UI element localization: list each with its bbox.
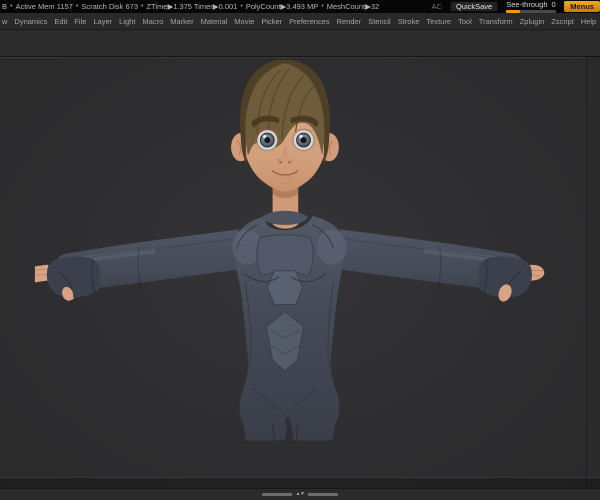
menu-item-light[interactable]: Light <box>119 17 135 26</box>
bottom-bar: ▲ ▼ <box>0 488 600 500</box>
tray-divider-bar-left <box>261 493 292 496</box>
character-torso <box>231 210 347 441</box>
menu-item-stencil[interactable]: Stencil <box>368 17 391 26</box>
stat-partial: B <box>2 2 8 11</box>
menu-item-file[interactable]: File <box>74 17 86 26</box>
menu-item-edit[interactable]: Edit <box>54 17 67 26</box>
see-through-label: See-through <box>506 0 548 9</box>
menu-item-texture[interactable]: Texture <box>426 17 451 26</box>
bullet-separator: • <box>10 3 13 10</box>
stat-polycount: PolyCount▶3.493 MP <box>245 2 319 11</box>
ac-label: AC <box>431 2 442 11</box>
character-head <box>231 59 339 192</box>
menu-item-material[interactable]: Material <box>201 17 228 26</box>
see-through-slider[interactable]: See-through 0 <box>506 0 557 13</box>
menu-bar: w Dynamics Edit File Layer Light Macro M… <box>0 13 600 30</box>
status-stats: B • Active Mem 1157 • Scratch Disk 673 •… <box>2 2 379 11</box>
bullet-separator: • <box>240 3 243 10</box>
menu-item-movie[interactable]: Movie <box>234 17 254 26</box>
see-through-row: See-through 0 <box>506 0 555 9</box>
status-right-group: AC QuickSave See-through 0 Menus <box>432 0 600 13</box>
menu-item-marker[interactable]: Marker <box>170 17 193 26</box>
stat-active-mem: Active Mem 1157 <box>15 2 73 11</box>
bullet-separator: • <box>141 3 144 10</box>
see-through-value: 0 <box>551 0 556 9</box>
menu-item-dynamics[interactable]: Dynamics <box>14 17 47 26</box>
status-bar: B • Active Mem 1157 • Scratch Disk 673 •… <box>0 0 600 13</box>
tray-divider-handle[interactable]: ▲ ▼ <box>261 492 339 497</box>
menu-item-render[interactable]: Render <box>337 17 362 26</box>
menu-item-preferences[interactable]: Preferences <box>289 17 329 26</box>
right-eye <box>291 128 316 152</box>
menu-item-layer[interactable]: Layer <box>93 17 112 26</box>
left-eye <box>254 128 280 152</box>
quicksave-button[interactable]: QuickSave <box>449 1 499 12</box>
menu-item-zscript[interactable]: Zscript <box>551 17 574 26</box>
tray-divider-bar-right <box>308 493 339 496</box>
document-canvas[interactable] <box>0 57 600 488</box>
bullet-separator: • <box>75 3 79 10</box>
tray-arrows: ▲ ▼ <box>296 492 305 497</box>
menu-item-picker[interactable]: Picker <box>261 17 282 26</box>
menu-item-help[interactable]: Help <box>581 17 596 26</box>
stat-ztime-timer: ZTime▶1.375 Timer▶0.001 <box>146 2 238 11</box>
menu-item-tool[interactable]: Tool <box>458 17 472 26</box>
character-left-hand <box>34 256 101 301</box>
menus-button[interactable]: Menus <box>564 1 600 12</box>
stat-meshcount: MeshCount▶32 <box>326 2 380 11</box>
tray-down-icon: ▼ <box>300 491 305 497</box>
stat-scratch-disk: Scratch Disk 673 <box>81 2 139 11</box>
menu-item-macro[interactable]: Macro <box>142 17 163 26</box>
document-bottom-shade <box>0 478 600 488</box>
character-right-hand <box>478 256 545 302</box>
bullet-separator: • <box>321 3 324 10</box>
character-model <box>34 59 545 441</box>
menu-item-transform[interactable]: Transform <box>479 17 513 26</box>
zbrush-window: B • Active Mem 1157 • Scratch Disk 673 •… <box>0 0 600 500</box>
menu-item-stroke[interactable]: Stroke <box>398 17 420 26</box>
menu-item-zplugin[interactable]: Zplugin <box>520 17 545 26</box>
menu-item-draw-partial[interactable]: w <box>2 17 7 26</box>
top-gap-strip <box>0 30 600 57</box>
right-edge-column <box>586 57 600 488</box>
